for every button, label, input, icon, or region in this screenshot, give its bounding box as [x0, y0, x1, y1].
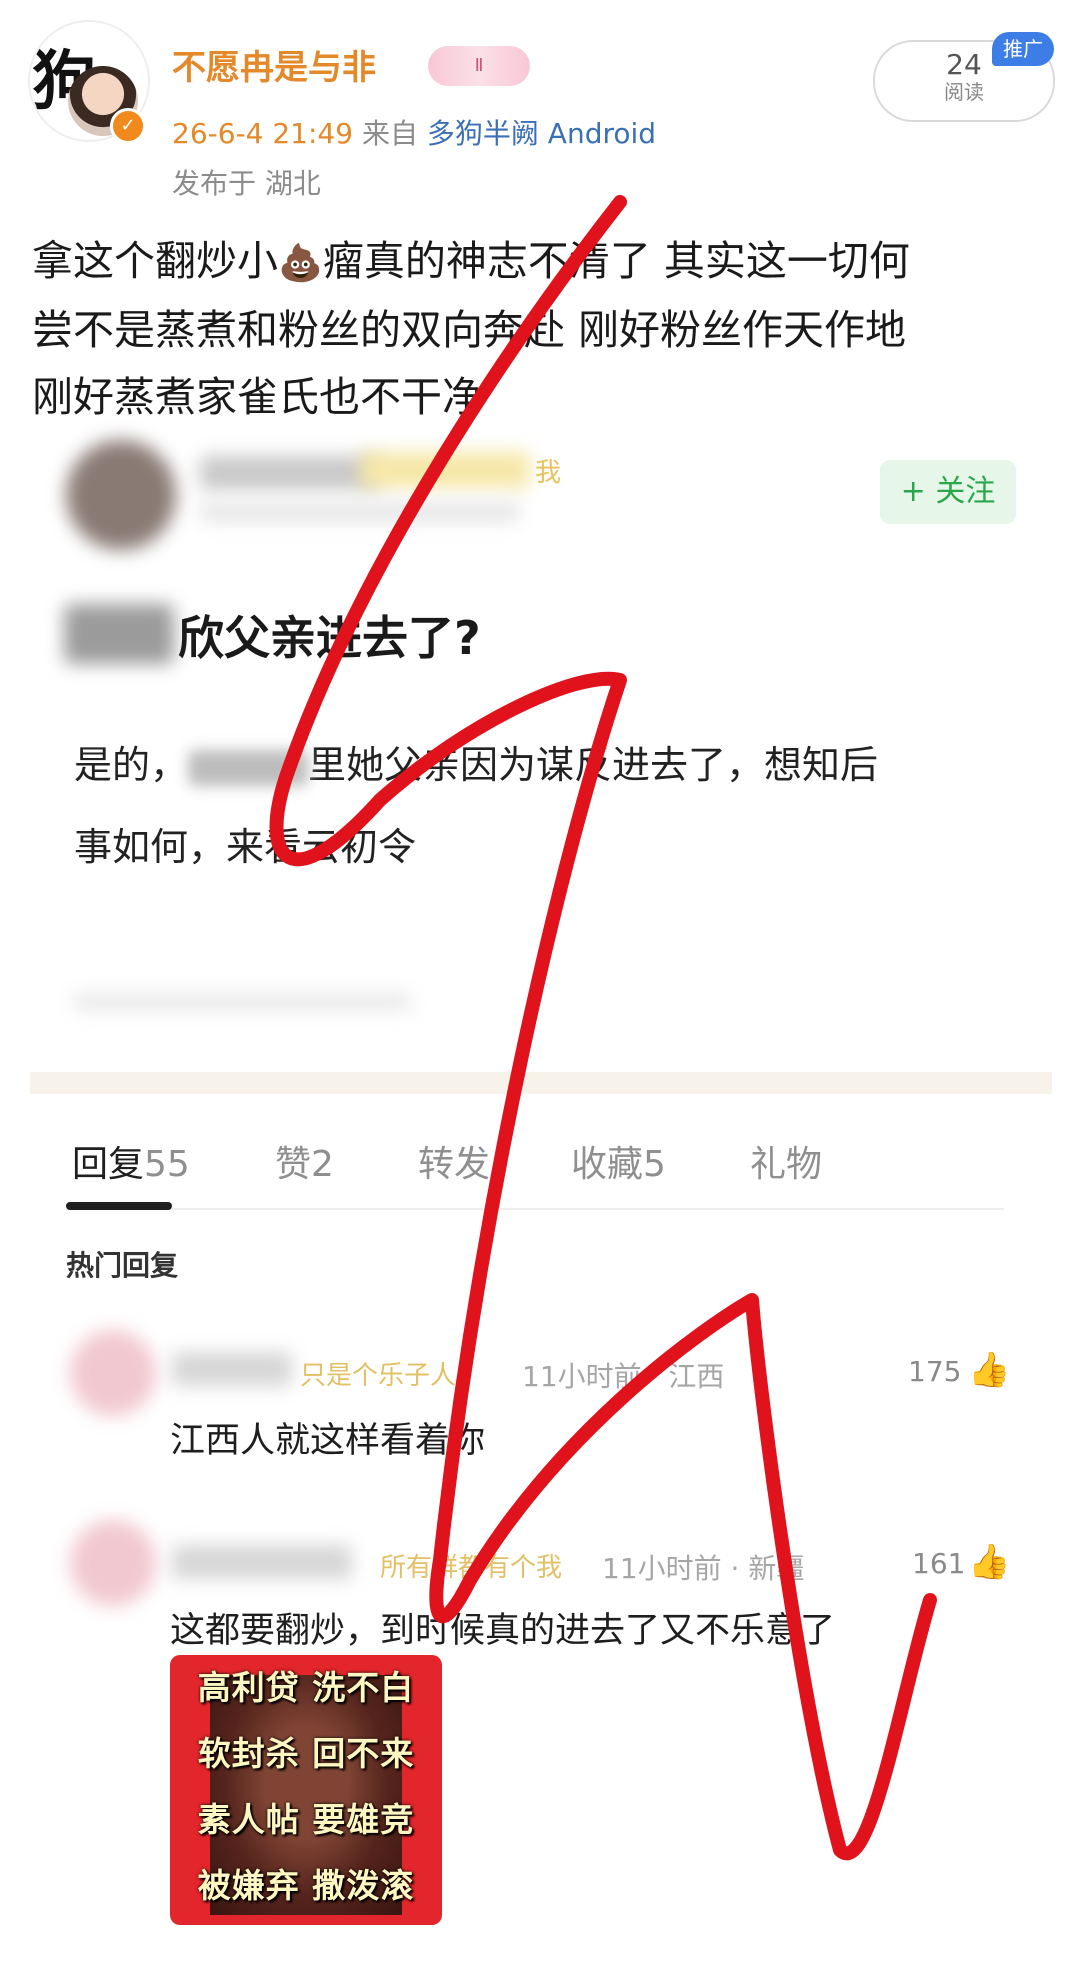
reply-fan-tag: 只是个乐子人 — [300, 1361, 457, 1391]
follow-button[interactable]: + 关注 — [880, 460, 1016, 524]
tab-likes[interactable]: 赞2 — [275, 1135, 334, 1187]
post-text-line2: 尝不是蒸煮和粉丝的双向奔赴 刚好粉丝作天作地 — [32, 306, 907, 354]
embedded-body: 是的， 里她父亲因为谋反进去了，想知后 事如何，来看云初令 — [74, 724, 1034, 888]
post-text-line1b: 瘤真的神志不清了 其实这一切何 — [322, 237, 910, 285]
tab-favorites-label: 收藏 — [571, 1144, 644, 1185]
tab-likes-label: 赞 — [275, 1144, 312, 1185]
reply-username-blurred[interactable] — [172, 1352, 292, 1386]
embedded-badge-blurred — [360, 452, 530, 488]
meme-line: 软封杀 回不来 — [197, 1734, 415, 1773]
post-text-line1a: 拿这个翻炒小 — [32, 237, 278, 285]
meme-line: 高利贷 洗不白 — [197, 1668, 415, 1707]
tab-rule — [66, 1208, 1004, 1210]
reply-avatar[interactable] — [70, 1520, 156, 1606]
tab-active-indicator — [66, 1202, 172, 1210]
read-label: 阅读 — [944, 80, 984, 104]
tab-reposts[interactable]: 转发 — [418, 1135, 490, 1187]
verified-icon: ✓ — [110, 108, 146, 144]
tab-gifts[interactable]: 礼物 — [750, 1135, 822, 1187]
post-source-link[interactable]: 多狗半阙 Android — [427, 117, 656, 150]
tab-likes-count: 2 — [311, 1144, 334, 1185]
tab-reposts-label: 转发 — [418, 1144, 491, 1185]
tab-replies-label: 回复 — [72, 1144, 145, 1185]
embedded-body-blurred — [188, 749, 309, 786]
meme-line: 被嫌弃 撒泼滚 — [197, 1866, 415, 1905]
embedded-body-b: 里她父亲因为谋反进去了，想知后 — [308, 743, 879, 787]
thumbs-up-icon[interactable]: 👍 — [968, 1542, 1010, 1582]
embedded-body-line2: 事如何，来看云初令 — [74, 825, 417, 869]
reply-meta: 11小时前 · 江西 — [522, 1360, 725, 1393]
embedded-name-tail: 我 — [535, 458, 562, 488]
tab-gifts-label: 礼物 — [750, 1144, 823, 1185]
reply-text: 这都要翻炒，到时候真的进去了又不乐意了 — [170, 1611, 836, 1651]
embedded-subtitle-blurred — [200, 502, 520, 522]
from-label: 来自 — [361, 117, 418, 150]
reply-text: 江西人就这样看着你 — [170, 1421, 486, 1461]
thumbs-up-icon[interactable]: 👍 — [968, 1350, 1010, 1390]
fan-badge[interactable]: Ⅱ — [428, 46, 530, 86]
post-meta: 26-6-4 21:49 来自 多狗半阙 Android — [172, 112, 656, 152]
tab-favorites[interactable]: 收藏5 — [571, 1135, 666, 1187]
embedded-body-a: 是的， — [74, 743, 189, 787]
reply-fan-tag: 所有群都有个我 — [380, 1553, 563, 1583]
meme-line: 素人帖 要雄竞 — [197, 1800, 415, 1839]
tab-favorites-count: 5 — [643, 1144, 666, 1185]
post-time: 26-6-4 21:49 — [172, 117, 354, 150]
embedded-username-blurred — [200, 456, 380, 490]
hot-replies-title: 热门回复 — [66, 1249, 179, 1282]
section-divider — [30, 1072, 1052, 1094]
post-location: 发布于 湖北 — [172, 167, 321, 200]
embedded-avatar — [66, 440, 176, 550]
reply-avatar[interactable] — [70, 1330, 156, 1416]
embedded-title: 欣父亲进去了? — [178, 611, 481, 665]
reply-meme-image[interactable]: 高利贷 洗不白 软封杀 回不来 素人帖 要雄竞 被嫌弃 撒泼滚 — [170, 1655, 442, 1925]
promote-button[interactable]: 推广 — [992, 32, 1054, 66]
reply-meta: 11小时前 · 新疆 — [602, 1552, 805, 1585]
reply-username-blurred[interactable] — [172, 1545, 352, 1579]
poop-emoji-icon: 💩 — [278, 243, 323, 284]
embedded-title-blurred — [64, 604, 174, 664]
tab-replies-count: 55 — [144, 1144, 190, 1185]
author-name[interactable]: 不愿冉是与非 — [172, 40, 376, 89]
reply-like-count: 161 — [912, 1547, 966, 1580]
embedded-bar-blurred — [72, 993, 412, 1011]
post-text-line3: 刚好蒸煮家雀氏也不干净 — [32, 373, 483, 421]
reply-like-count: 175 — [908, 1355, 962, 1388]
tab-replies[interactable]: 回复55 — [72, 1135, 190, 1187]
post-content: 拿这个翻炒小💩瘤真的神志不清了 其实这一切何 尝不是蒸煮和粉丝的双向奔赴 刚好粉… — [32, 228, 1062, 431]
